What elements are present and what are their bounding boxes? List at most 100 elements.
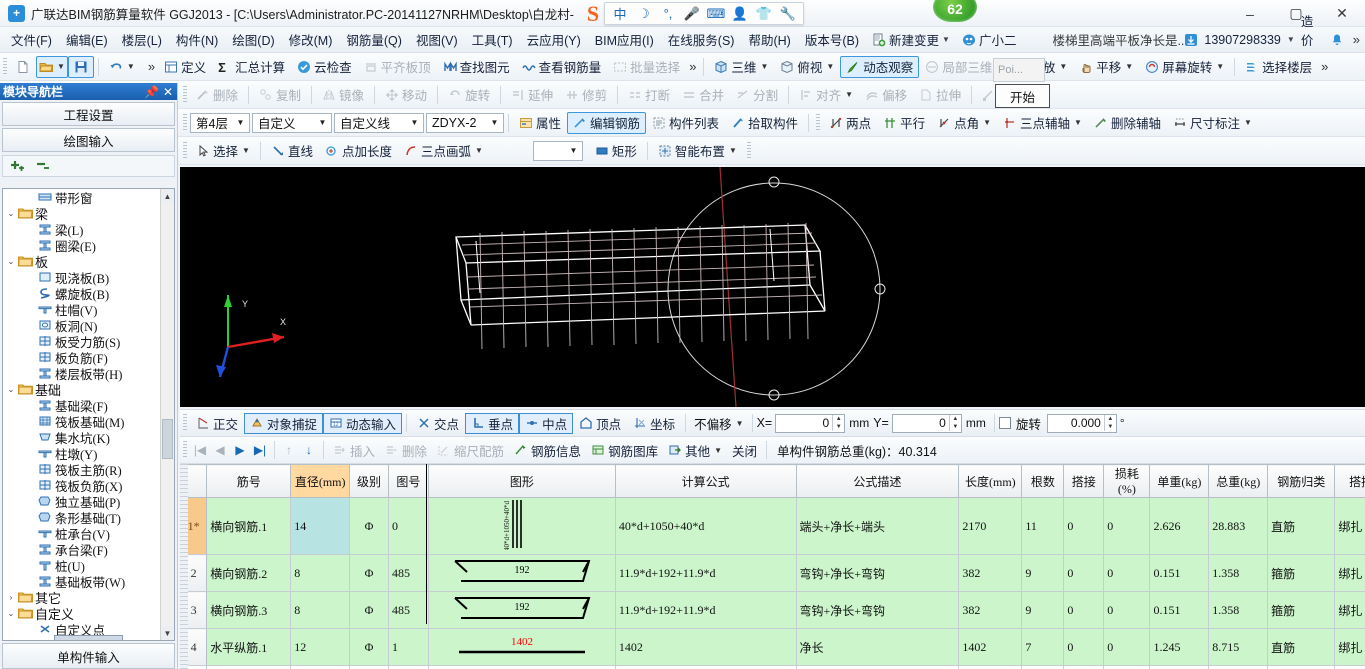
cell-r2-c3[interactable]: Φ (349, 591, 389, 629)
offset-mode-combo[interactable]: 不偏移 ▼ (690, 414, 747, 433)
cell-r0-c2[interactable]: 14 (290, 497, 351, 555)
cell-r2-c10[interactable]: 0 (1063, 591, 1105, 629)
cell-r3-c10[interactable]: 0 (1063, 628, 1105, 666)
stretch-button[interactable]: 拉伸 (913, 84, 967, 106)
select-floor-button[interactable]: 选择楼层 (1239, 56, 1318, 78)
menu-tools[interactable]: 工具(T) (465, 27, 520, 52)
col-header-6[interactable]: 计算公式 (614, 464, 797, 498)
three-point-axis-button[interactable]: 三点辅轴 ▼ (997, 112, 1088, 134)
rotate-input[interactable]: 0.000 ▲ ▼ (1046, 413, 1117, 433)
col-header-1[interactable]: 筋号 (206, 464, 292, 498)
menu-bim-app[interactable]: BIM应用(I) (588, 27, 661, 52)
cell-r4-c6[interactable] (614, 665, 797, 669)
three-point-arc-chevron-down-icon[interactable]: ▼ (475, 146, 483, 155)
col-header-14[interactable]: 钢筋归类 (1267, 464, 1336, 498)
cell-r3-c8[interactable]: 1402 (958, 628, 1023, 666)
member-list-button[interactable]: 构件列表 (646, 112, 725, 134)
x-spin-up-icon[interactable]: ▲ (833, 415, 844, 423)
cell-r0-c3[interactable]: Φ (349, 497, 389, 555)
table-row[interactable]: 4 水平纵筋.1 12 Φ 1 1402 1402 净长 1402 7 0 0 1.245 8.715 直筋… (180, 628, 1365, 666)
break-button[interactable]: 打断 (622, 84, 676, 106)
category-combo[interactable]: 自定义 ▼ (252, 112, 332, 133)
point-angle-button[interactable]: 点角 ▼ (931, 112, 997, 134)
menu-modify[interactable]: 修改(M) (282, 27, 340, 52)
chevron-down-icon[interactable]: ▼ (942, 35, 950, 44)
table-row[interactable]: 5 (180, 665, 1365, 669)
cell-r4-c13[interactable] (1208, 665, 1269, 669)
menu-file[interactable]: 文件(F) (4, 27, 59, 52)
cell-r3-c12[interactable]: 1.245 (1149, 628, 1210, 666)
table-row[interactable]: 1* 横向钢筋.1 14 Φ 0 40*d+1050+40*d 40*d+1050+40*d… (180, 497, 1365, 555)
y-spin-down-icon[interactable]: ▼ (950, 423, 961, 431)
ortho-toggle[interactable]: 正交 (190, 413, 244, 434)
ime-punctuation-icon[interactable]: °, (657, 4, 679, 23)
y-coordinate-input[interactable]: 0 ▲ ▼ (891, 413, 962, 433)
cell-r1-c9[interactable]: 9 (1021, 554, 1065, 592)
col-header-12[interactable]: 单重(kg) (1149, 464, 1210, 498)
cell-r0-c1[interactable]: 横向钢筋.1 (206, 497, 292, 555)
cell-r3-c6[interactable]: 1402 (614, 628, 797, 666)
rebar-table[interactable]: 筋号 直径(mm) 级别 图号 图形 计算公式 公式描述 长度(mm) 根数 搭接 损耗(%) 单重(… (180, 464, 1365, 669)
tree-item-floor-band-icon[interactable]: 楼层板带(H) (3, 365, 160, 382)
cell-r3-c15[interactable]: 绑扎 (1334, 628, 1365, 666)
properties-button[interactable]: 属性 (513, 112, 567, 134)
summary-calc-button[interactable]: Σ 汇总计算 (212, 56, 291, 78)
menu-version[interactable]: 版本号(B) (798, 27, 866, 52)
next-row-button[interactable]: ▶ (230, 440, 250, 460)
drawing-canvas[interactable]: Y X (180, 167, 1365, 407)
col-header-3[interactable]: 级别 (349, 464, 389, 498)
smart-layout-button[interactable]: 智能布置 ▼ (652, 140, 743, 162)
col-header-4[interactable]: 图号 (387, 464, 429, 498)
cell-r4-c4[interactable] (387, 665, 429, 669)
ime-mode-chinese-icon[interactable]: 中 (609, 4, 631, 23)
select-tool-chevron-down-icon[interactable]: ▼ (242, 146, 250, 155)
undo-chevron-down-icon[interactable]: ▼ (127, 62, 135, 71)
merge-button[interactable]: 合并 (676, 84, 730, 106)
rotate-button[interactable]: 旋转 (442, 84, 496, 106)
cell-r2-c1[interactable]: 横向钢筋.3 (206, 591, 292, 629)
ime-moon-icon[interactable]: ☽ (633, 4, 655, 23)
assistant-button[interactable]: 广小二 (956, 28, 1023, 51)
dimension-chevron-down-icon[interactable]: ▼ (1244, 118, 1252, 127)
draw-input-button[interactable]: 绘图输入 (2, 128, 175, 152)
tree-expander-icon[interactable]: › (5, 593, 17, 602)
tree-item-ribbon-window-icon[interactable]: 带形窗 (3, 189, 160, 206)
y-spin-up-icon[interactable]: ▲ (950, 415, 961, 423)
col-header-7[interactable]: 公式描述 (795, 464, 960, 498)
floor-combo-chevron-down-icon[interactable]: ▼ (234, 118, 247, 127)
bell-icon[interactable] (1330, 33, 1344, 47)
cell-r1-c6[interactable]: 11.9*d+192+11.9*d (614, 554, 797, 592)
cell-r3-c1[interactable]: 水平纵筋.1 (206, 628, 292, 666)
cell-r0-c14[interactable]: 直筋 (1267, 497, 1336, 555)
member-type-combo[interactable]: 自定义线 ▼ (334, 112, 424, 133)
col-header-5[interactable]: 图形 (427, 464, 616, 498)
insert-row-button[interactable]: 插入 (328, 440, 380, 461)
toolbar-grip[interactable] (3, 57, 7, 76)
cell-r4-c1[interactable] (206, 665, 292, 669)
align-chevron-down-icon[interactable]: ▼ (845, 90, 853, 99)
axis-toolbar-grip[interactable] (816, 113, 821, 132)
other-button[interactable]: 其他 ▼ (663, 440, 727, 461)
cell-r4-c15[interactable] (1334, 665, 1365, 669)
cell-r2-c13[interactable]: 1.358 (1208, 591, 1269, 629)
col-header-10[interactable]: 搭接 (1063, 464, 1105, 498)
cell-r4-c2[interactable] (290, 665, 351, 669)
smart-layout-chevron-down-icon[interactable]: ▼ (729, 146, 737, 155)
cell-r0-c7[interactable]: 端头+净长+端头 (795, 497, 960, 555)
cell-r1-c12[interactable]: 0.151 (1149, 554, 1210, 592)
collapse-all-icon[interactable] (35, 158, 53, 175)
cell-r3-c13[interactable]: 8.715 (1208, 628, 1269, 666)
statusbar-grip[interactable] (183, 414, 187, 432)
menu-draw[interactable]: 绘图(D) (225, 27, 281, 52)
dynamic-orbit-button[interactable]: 动态观察 (840, 55, 920, 78)
menu-rebar-quantity[interactable]: 钢筋量(Q) (339, 27, 409, 52)
tree-item-custom-line-icon[interactable]: 自定义线(X) (3, 634, 160, 640)
expand-all-icon[interactable] (9, 158, 27, 175)
tree-expander-icon[interactable]: ⌄ (5, 609, 17, 618)
vertex-snap-toggle[interactable]: 顶点 (573, 413, 627, 434)
split-button[interactable]: 分割 (730, 84, 784, 106)
component-tree[interactable]: 带形窗 ⌄ 梁梁(L) 圈梁(E) ⌄ 板现浇板(B) 螺旋板(B) 柱帽(V) 板洞(N) 板受… (2, 188, 175, 641)
prev-row-button[interactable]: ◀ (210, 440, 230, 460)
scrollbar-thumb[interactable] (162, 419, 173, 459)
menu-overflow-chevron-icon[interactable]: » (1350, 32, 1363, 47)
